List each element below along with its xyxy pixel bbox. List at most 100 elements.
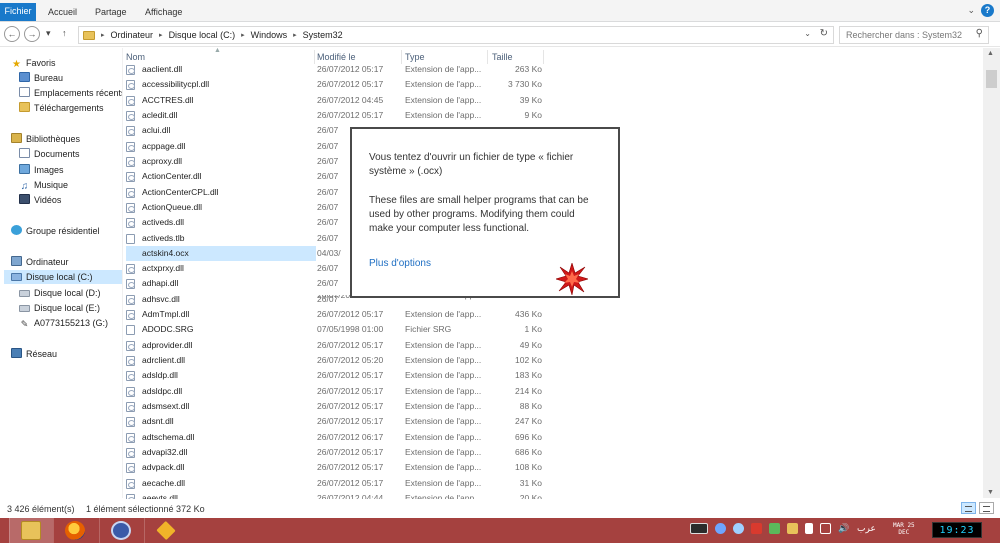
nav-favorites[interactable]: ★ Favoris [11,56,56,70]
more-options-link[interactable]: Plus d'options [369,258,431,269]
address-bar[interactable]: ▸ Ordinateur ▸ Disque local (C:) ▸ Windo… [78,26,834,44]
drive-icon [19,290,30,297]
table-row[interactable]: adprovider.dll 26/07/2012 05:17 Extension … [123,338,983,353]
nav-usb-drive-g[interactable]: ✎ A0773155213 (G:) [19,316,108,330]
file-size: 183 Ko [515,370,542,381]
file-name: ActionCenterCPL.dll [142,186,219,197]
nav-local-disk-c[interactable]: Disque local (C:) [4,270,122,284]
table-row[interactable]: aeevts.dll 26/07/2012 04:44 Extension de l… [123,491,983,499]
scrollbar-thumb[interactable] [986,70,997,88]
search-placeholder: Rechercher dans : System32 [846,30,963,40]
nav-images[interactable]: Images [19,163,64,177]
tray-app-icon[interactable] [769,523,780,534]
table-row[interactable]: accessibilitycpl.dll 26/07/2012 05:17 Exte… [123,77,983,92]
column-header-type[interactable]: Type [405,52,425,62]
action-center-flag-icon[interactable] [805,523,813,534]
up-arrow-icon[interactable]: ↑ [62,28,67,38]
nav-homegroup[interactable]: Groupe résidentiel [11,224,100,238]
file-size: 214 Ko [515,385,542,396]
table-row[interactable]: advpack.dll 26/07/2012 05:17 Extension de … [123,460,983,475]
file-name: ActionQueue.dll [142,201,203,212]
file-size: 9 Ko [524,109,543,120]
taskbar-tools[interactable] [144,518,188,543]
search-icon[interactable]: ⚲ [976,28,983,39]
nav-local-disk-e[interactable]: Disque local (E:) [19,301,100,315]
forward-button[interactable]: → [24,26,40,42]
nav-network[interactable]: Réseau [11,347,57,361]
nav-computer[interactable]: Ordinateur [11,255,69,269]
tab-view[interactable]: Affichage [145,4,182,21]
navigation-pane: ★ Favoris Bureau Emplacements récents Tél… [0,48,122,498]
table-row[interactable]: adsnt.dll 26/07/2012 05:17 Extension de l'… [123,414,983,429]
table-row[interactable]: adrclient.dll 26/07/2012 05:20 Extension d… [123,353,983,368]
recent-locations-icon[interactable]: ▾ [46,28,51,39]
file-size: 696 Ko [515,431,542,442]
computer-icon [11,256,22,266]
table-row[interactable]: advapi32.dll 26/07/2012 05:17 Extension de… [123,445,983,460]
nav-downloads[interactable]: Téléchargements [19,101,104,115]
table-row[interactable]: adsldpc.dll 26/07/2012 05:17 Extension de … [123,384,983,399]
table-row[interactable]: adsldp.dll 26/07/2012 05:17 Extension de l… [123,368,983,383]
breadcrumb-local-disk-c[interactable]: Disque local (C:) [169,30,236,40]
back-button[interactable]: ← [4,26,20,42]
taskbar-app-c[interactable] [99,518,143,543]
breadcrumb-computer[interactable]: Ordinateur [111,30,154,40]
taskbar-firefox[interactable] [53,518,97,543]
security-icon[interactable] [751,523,762,534]
large-icons-view-button[interactable] [979,502,994,514]
tray-app-icon[interactable] [787,523,798,534]
status-bar: 3 426 élément(s) 1 élément sélectionné 3… [0,499,1000,518]
column-header-date[interactable]: Modifié le [317,52,356,62]
nav-documents[interactable]: Documents [19,147,80,161]
nav-recent-places[interactable]: Emplacements récents [19,86,122,100]
expand-ribbon-icon[interactable]: ⌄ [967,5,975,16]
table-row[interactable]: acledit.dll 26/07/2012 05:17 Extension de … [123,108,983,123]
nav-local-disk-d[interactable]: Disque local (D:) [19,286,101,300]
table-row[interactable]: aaclient.dll 26/07/2012 05:17 Extension de… [123,62,983,77]
nav-music[interactable]: ♫ Musique [19,178,68,192]
keyboard-icon[interactable] [690,523,708,534]
table-row[interactable]: aecache.dll 26/07/2012 05:17 Extension de … [123,476,983,491]
taskbar-file-explorer[interactable] [9,518,53,543]
file-modified-date: 26/07/2012 05:17 [317,462,384,473]
clock[interactable]: 19:23 [932,522,982,538]
column-header-name[interactable]: Nom [126,52,145,62]
file-modified-date: 26/07/2012 05:20 [317,355,384,366]
nav-libraries[interactable]: Bibliothèques [11,132,80,146]
tab-home[interactable]: Accueil [48,4,77,21]
table-row[interactable]: ADODC.SRG 07/05/1998 01:00 Fichier SRG 1 Ko [123,322,983,337]
table-row[interactable]: adsmsext.dll 26/07/2012 05:17 Extension de… [123,399,983,414]
scroll-down-icon[interactable]: ▼ [987,489,994,496]
popup-message-line: These files are small helper programs th… [369,195,589,206]
file-name: ActionCenter.dll [142,171,202,182]
table-row[interactable]: adtschema.dll 26/07/2012 06:17 Extension d… [123,430,983,445]
tab-share[interactable]: Partage [95,4,127,21]
tray-app-icon[interactable] [733,523,744,534]
help-icon[interactable]: ? [981,4,994,17]
address-dropdown-icon[interactable]: ⌄ [804,29,811,38]
file-name: adtschema.dll [142,431,195,442]
column-header-size[interactable]: Taille [492,52,513,62]
volume-icon[interactable]: 🔊 [838,523,850,534]
tray-app-icon[interactable] [715,523,726,534]
details-view-button[interactable] [961,502,976,514]
file-modified-date: 26/07/2012 05:17 [317,401,384,412]
file-name: adsnt.dll [142,416,174,427]
vertical-scrollbar[interactable]: ▲ ▼ [983,48,1000,498]
breadcrumb-system32[interactable]: System32 [303,30,343,40]
language-indicator[interactable]: عرب [857,523,876,534]
file-name: activeds.tlb [142,232,185,243]
file-name: aaclient.dll [142,64,183,74]
network-status-icon[interactable] [820,523,831,534]
breadcrumb-windows[interactable]: Windows [251,30,288,40]
table-row[interactable]: ACCTRES.dll 26/07/2012 04:45 Extension de … [123,93,983,108]
refresh-icon[interactable]: ↻ [820,28,828,39]
nav-videos[interactable]: Vidéos [19,193,61,207]
file-name: actskin4.ocx [126,245,316,261]
file-type: Extension de l'app... [405,370,482,381]
scroll-up-icon[interactable]: ▲ [987,50,994,57]
search-box[interactable]: Rechercher dans : System32 ⚲ [839,26,989,44]
table-row[interactable]: AdmTmpl.dll 26/07/2012 05:17 Extension de … [123,307,983,322]
nav-desktop[interactable]: Bureau [19,71,63,85]
tab-file[interactable]: Fichier [0,3,36,21]
